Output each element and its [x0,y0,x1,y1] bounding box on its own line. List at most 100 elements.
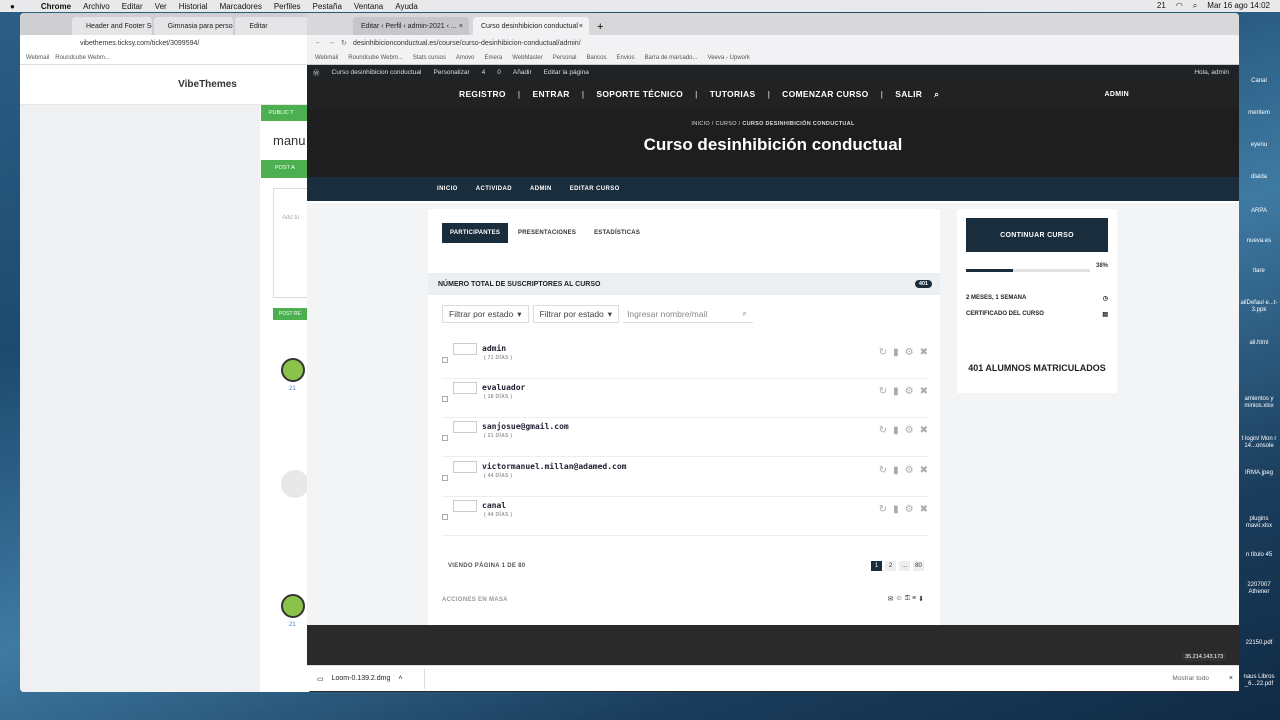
row-checkbox[interactable] [442,357,448,363]
row-checkbox[interactable] [442,435,448,441]
download-item[interactable]: ▭ Loom-0.139.2.dmg ˄ [317,668,425,689]
battery-count[interactable]: 21 [1157,1,1166,11]
breadcrumb-inicio[interactable]: INICIO [691,121,710,127]
desktop-item[interactable]: dlaida [1238,174,1280,181]
users-icon[interactable]: ☺ [896,595,903,603]
front-browser-window[interactable]: Editar ‹ Perfil ‹ admin-2021 ‹ ... × Curs… [307,13,1239,692]
status-filter-1[interactable]: Filtrar por estado ▾ [442,305,529,323]
back-icon[interactable]: ← [315,39,322,47]
page-1[interactable]: 1 [871,561,882,571]
bookmark[interactable]: Roundcube Webm... [348,55,403,61]
bookmark[interactable]: Amovo [456,55,475,61]
user-name[interactable]: admin [482,344,506,353]
back-tab[interactable]: Header and Footer Scrip... [72,17,152,35]
remove-icon[interactable]: ✖ [920,504,928,515]
stats-icon[interactable]: ▮ [893,504,899,515]
menu-soporte[interactable]: SOPORTE TÉCNICO [596,89,683,99]
gear-icon[interactable]: ⚙ [905,347,914,358]
wordpress-icon[interactable]: Ⓦ [313,67,320,77]
reset-icon[interactable]: ↻ [879,386,887,397]
gear-icon[interactable]: ⚙ [905,465,914,476]
back-address-bar[interactable]: vibethemes.ticksy.com/ticket/3099594/ [20,35,315,51]
menu-ayuda[interactable]: Ayuda [395,2,418,11]
close-icon[interactable]: × [579,23,583,30]
bookmark[interactable]: Barra de marcado... [645,55,698,61]
tab-estadisticas[interactable]: ESTADÍSTICAS [586,223,648,243]
certificate-label[interactable]: CERTIFICADO DEL CURSO [966,311,1044,318]
desktop-item[interactable]: ARPA [1238,208,1280,215]
menu-ventana[interactable]: Ventana [354,2,383,11]
menu-salir[interactable]: SALIR [895,89,922,99]
download-filename[interactable]: Loom-0.139.2.dmg [332,675,391,682]
back-tab[interactable]: Editar [235,17,315,35]
wp-updates[interactable]: 4 [482,69,486,76]
apple-icon[interactable]: ● [10,2,15,11]
user-name[interactable]: victormanuel.millan@adamed.com [482,462,627,471]
desktop-item[interactable]: t login/ Mon r 14...onsole [1238,436,1280,450]
show-all-button[interactable]: Mostrar todo [1172,675,1209,682]
tab-curso[interactable]: Curso desinhibicion conductual × [473,17,589,35]
page-2[interactable]: 2 [885,561,896,571]
menu-registro[interactable]: REGISTRO [459,89,506,99]
desktop-item[interactable]: Canal [1238,78,1280,85]
row-checkbox[interactable] [442,396,448,402]
chevron-up-icon[interactable]: ˄ [398,675,402,682]
gear-icon[interactable]: ⚙ [905,504,914,515]
desktop-item[interactable]: naus Libros _6...22.pdf [1238,674,1280,688]
mail-icon[interactable]: ✉ [888,595,894,603]
bookmark[interactable]: Bancos [586,55,606,61]
user-name[interactable]: evaluador [482,383,525,392]
desktop-item[interactable]: nueva.es [1238,238,1280,245]
bookmark[interactable]: Veeva - Upwork [708,55,750,61]
back-tab[interactable]: Gimnasia para personas... [153,17,234,35]
remove-icon[interactable]: ✖ [920,465,928,476]
menu-editar[interactable]: Editar [122,2,143,11]
continue-course-button[interactable]: CONTINUAR CURSO [966,218,1108,252]
remove-icon[interactable]: ✖ [920,347,928,358]
status-filter-2[interactable]: Filtrar por estado ▾ [532,305,620,323]
clock[interactable]: Mar 16 ago 14:02 [1207,1,1270,11]
gear-icon[interactable]: ⚙ [905,425,914,436]
wp-site-link[interactable]: Curso desinhibicion conductual [332,69,422,76]
search-input[interactable]: Ingresar nombre/mail ⌕ [623,305,754,323]
bookmark[interactable]: Webmail [26,55,49,61]
user-name[interactable]: canal [482,501,506,510]
row-checkbox[interactable] [442,475,448,481]
back-browser-window[interactable]: Header and Footer Scrip... Gimnasia para… [20,13,315,692]
bookmark[interactable]: Stats cursos [413,55,446,61]
stats-icon[interactable]: ▮ [893,386,899,397]
desktop-item[interactable]: meritem [1238,110,1280,117]
menu-tutorias[interactable]: TUTORIAS [710,89,756,99]
desktop-item[interactable]: plugins mavir.xlsx [1238,516,1280,530]
wp-customize[interactable]: Personalizar [433,69,469,76]
tab-participantes[interactable]: PARTICIPANTES [442,223,509,243]
reset-icon[interactable]: ↻ [879,465,887,476]
desktop-item[interactable]: ail.html [1238,340,1280,347]
remove-icon[interactable]: ✖ [920,386,928,397]
url-field[interactable]: desinhibicionconductual.es/course/curso-… [353,40,1239,47]
gear-icon[interactable]: ⚙ [905,386,914,397]
desktop-item[interactable]: ltare [1238,268,1280,275]
stats-icon[interactable]: ▮ [893,347,899,358]
layers-icon[interactable]: ≡ [912,595,916,603]
course-nav-admin[interactable]: ADMIN [530,186,552,192]
wp-edit-page[interactable]: Editar la página [544,69,589,76]
stats-icon[interactable]: ▮ [893,425,899,436]
desktop-item[interactable]: IRMA.jpeg [1238,470,1280,477]
wp-new[interactable]: Añadir [513,69,532,76]
bookmark[interactable]: Roundcube Webm... [55,55,110,61]
desktop-item[interactable]: amientos y minios.xlsx [1238,396,1280,410]
search-icon[interactable]: ⌕ [934,89,939,100]
course-nav-inicio[interactable]: INICIO [437,186,458,192]
close-icon[interactable]: × [459,23,463,30]
wp-comments[interactable]: 0 [497,69,501,76]
bookmark[interactable]: Emera [485,55,503,61]
bookmark[interactable]: Envios [616,55,634,61]
wifi-icon[interactable]: ◠ [1176,1,1183,11]
desktop-item[interactable]: eyenu [1238,142,1280,149]
search-icon[interactable]: ⌕ [1193,1,1197,11]
wp-greeting[interactable]: Hola, admin [1194,69,1229,76]
menu-chrome[interactable]: Chrome [41,2,71,11]
desktop-item[interactable]: n título 45 [1238,552,1280,559]
stats-icon[interactable]: ▮ [893,465,899,476]
